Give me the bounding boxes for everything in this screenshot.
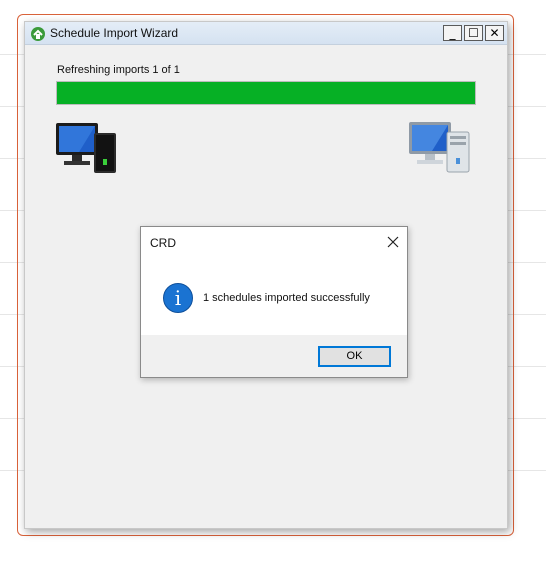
dialog-title: CRD xyxy=(150,236,176,250)
info-icon: i xyxy=(163,283,193,313)
title-bar[interactable]: Schedule Import Wizard _ ☐ ✕ xyxy=(25,22,507,45)
dialog-close-icon[interactable] xyxy=(385,234,401,250)
import-wizard-icon xyxy=(31,27,45,41)
minimize-button[interactable]: _ xyxy=(443,25,462,41)
source-computer-icon xyxy=(56,123,116,173)
progress-bar xyxy=(56,81,476,105)
maximize-button[interactable]: ☐ xyxy=(464,25,483,41)
target-computer-icon xyxy=(409,122,470,173)
progress-fill xyxy=(57,82,475,104)
dialog-message: 1 schedules imported successfully xyxy=(203,292,370,304)
close-button[interactable]: ✕ xyxy=(485,25,504,41)
window-title: Schedule Import Wizard xyxy=(50,26,179,40)
progress-status-label: Refreshing imports 1 of 1 xyxy=(57,64,180,76)
message-dialog: CRD i 1 schedules imported successfully … xyxy=(140,226,408,378)
dialog-footer: OK xyxy=(141,335,407,377)
ok-button[interactable]: OK xyxy=(318,346,391,367)
